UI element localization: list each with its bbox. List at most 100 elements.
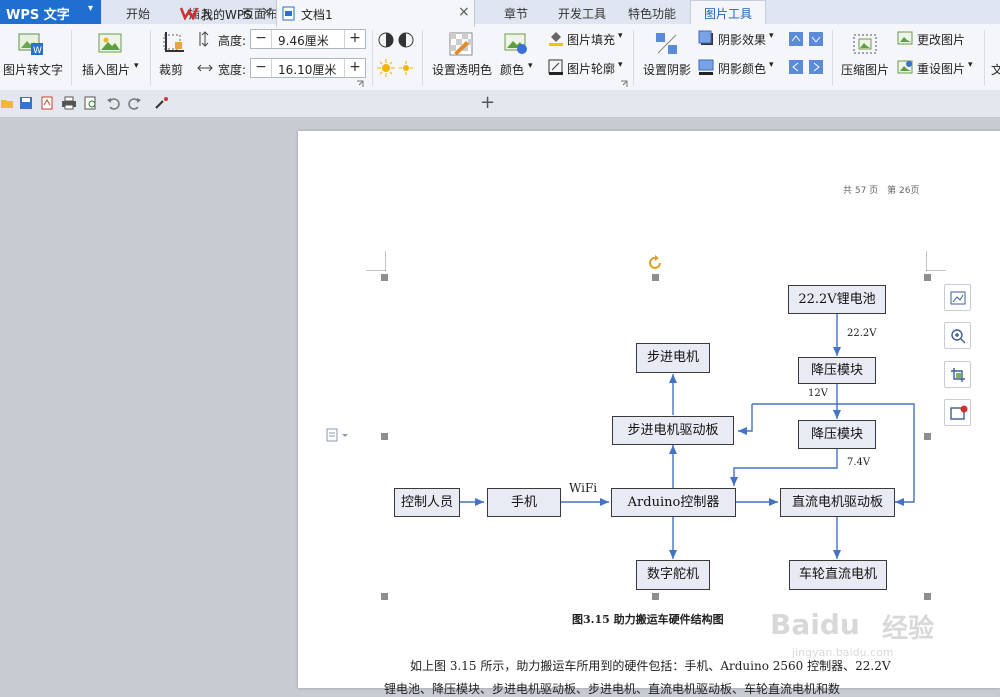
save-icon[interactable] <box>19 96 33 110</box>
contrast-decrease-icon[interactable] <box>397 31 415 49</box>
close-icon[interactable]: × <box>261 4 273 20</box>
width-value[interactable]: 16.10厘米 <box>278 61 336 78</box>
crop-side-button[interactable] <box>944 361 971 388</box>
rotate-handle-icon[interactable] <box>648 255 664 271</box>
compress-picture-button[interactable]: 压缩图片 <box>838 28 892 80</box>
tab-chapter[interactable]: 章节 <box>504 5 528 22</box>
reset-picture-button[interactable]: 重设图片 ▾ <box>896 58 978 78</box>
tab-features[interactable]: 特色功能 <box>628 5 676 22</box>
nudge-shadow-up-icon[interactable] <box>788 31 804 47</box>
height-label: 高度: <box>218 34 247 48</box>
color-label: 颜色 <box>500 63 525 77</box>
change-picture-button[interactable]: 更改图片 <box>896 29 974 49</box>
zoom-picture-button[interactable] <box>944 322 971 349</box>
compress-icon <box>853 34 877 54</box>
tab-developer[interactable]: 开发工具 <box>558 5 606 22</box>
close-icon[interactable]: × <box>458 4 470 20</box>
node-wheel-dc-motor: 车轮直流电机 <box>789 560 887 590</box>
set-shadow-button[interactable]: 设置阴影 <box>640 28 694 80</box>
node-dc-motor-driver: 直流电机驱动板 <box>780 488 895 517</box>
resize-handle-bottom[interactable] <box>652 593 659 600</box>
height-stepper[interactable]: − 9.46厘米 + <box>250 29 366 49</box>
color-button[interactable]: 颜色 ▾ <box>498 28 538 80</box>
node-phone: 手机 <box>487 488 561 517</box>
open-folder-icon[interactable] <box>0 96 14 110</box>
app-menu-button[interactable]: WPS 文字 ▾ <box>0 0 101 24</box>
shadow-effect-button[interactable]: 阴影效果 ▾ <box>697 29 779 49</box>
customize-toolbar-icon[interactable] <box>154 96 170 110</box>
contrast-icon[interactable] <box>377 31 395 49</box>
node-stepper-driver: 步进电机驱动板 <box>612 416 734 445</box>
resize-handle-top-left[interactable] <box>381 274 388 281</box>
picture-frame-icon <box>950 405 968 420</box>
picture-fill-button[interactable]: 图片填充 ▾ <box>546 29 628 49</box>
tab-document1[interactable]: 文档1 × <box>277 0 475 27</box>
change-picture-label: 更改图片 <box>917 33 966 47</box>
height-icon <box>199 31 209 47</box>
picture-outline-button[interactable]: 图片轮廓 ▾ <box>546 58 628 78</box>
margin-corner-mark <box>366 251 386 271</box>
set-shadow-label: 设置阴影 <box>643 63 692 77</box>
chevron-down-icon: ▾ <box>528 61 533 71</box>
shadow-icon <box>656 33 677 54</box>
print-preview-icon[interactable] <box>84 96 98 110</box>
node-digital-servo: 数字舵机 <box>636 560 710 590</box>
width-decrease-button[interactable]: − <box>251 59 272 77</box>
layout-options-button[interactable] <box>944 284 971 311</box>
shadow-color-label: 阴影颜色 <box>718 62 767 76</box>
chevron-down-icon: ▾ <box>88 3 94 14</box>
redo-icon[interactable] <box>128 96 142 110</box>
insert-picture-button[interactable]: 插入图片 ▾ <box>78 28 142 80</box>
tab-picture-tools[interactable]: 图片工具 <box>704 5 752 22</box>
dialog-launcher-icon[interactable] <box>356 80 364 88</box>
wps-logo-icon <box>180 7 198 20</box>
crop-button[interactable]: 裁剪 <box>155 28 191 80</box>
shadow-color-button[interactable]: 阴影颜色 ▾ <box>697 58 779 78</box>
nudge-shadow-left-icon[interactable] <box>788 59 804 75</box>
label-7v: 7.4V <box>847 457 871 468</box>
resize-handle-top-right[interactable] <box>924 274 931 281</box>
resize-handle-bottom-left[interactable] <box>381 593 388 600</box>
height-decrease-button[interactable]: − <box>251 30 272 48</box>
chevron-down-icon: ▾ <box>968 60 973 70</box>
compress-picture-label: 压缩图片 <box>841 63 890 77</box>
resize-handle-top[interactable] <box>652 274 659 281</box>
picture-to-text-button[interactable]: W 图片转文字 <box>0 28 66 80</box>
resize-handle-right[interactable] <box>924 433 931 440</box>
set-transparent-color-button[interactable]: 设置透明色 <box>428 28 494 80</box>
tab-my-wps[interactable]: 我的WPS × <box>176 0 277 27</box>
crop-icon <box>163 32 184 52</box>
change-picture-icon <box>897 31 913 45</box>
nudge-shadow-down-icon[interactable] <box>808 31 824 47</box>
page-number-info: 共 57 页 第 26页 <box>843 186 920 196</box>
transparent-color-icon <box>449 32 473 56</box>
shadow-effect-icon <box>698 30 713 45</box>
width-stepper[interactable]: − 16.10厘米 + <box>250 58 366 78</box>
nudge-shadow-right-icon[interactable] <box>808 59 824 75</box>
chevron-down-icon: ▾ <box>769 60 774 70</box>
node-buck-module-1: 降压模块 <box>798 357 876 384</box>
resize-handle-bottom-right[interactable] <box>924 593 931 600</box>
print-icon[interactable] <box>61 96 77 110</box>
label-12v: 12V <box>808 388 828 399</box>
brightness-decrease-icon[interactable] <box>397 59 415 77</box>
label-22v: 22.2V <box>847 328 877 339</box>
resize-handle-left[interactable] <box>381 433 388 440</box>
brightness-increase-icon[interactable] <box>377 59 395 77</box>
new-tab-button[interactable]: + <box>480 92 495 113</box>
ribbon-tab-bar: WPS 文字 ▾ 开始 插入 页面布局 引用 审阅 视图 章节 开发工具 特色功… <box>0 0 1000 25</box>
app-title: WPS 文字 <box>6 8 70 23</box>
crop-label: 裁剪 <box>159 63 184 77</box>
dialog-launcher-icon[interactable] <box>620 80 628 88</box>
export-pdf-icon[interactable] <box>40 96 54 110</box>
tab-home[interactable]: 开始 <box>126 5 150 22</box>
width-increase-button[interactable]: + <box>344 59 365 77</box>
text-wrap-label[interactable]: 文 <box>991 61 1000 78</box>
picture-more-button[interactable] <box>944 399 971 426</box>
picture-outline-label: 图片轮廓 <box>567 62 616 76</box>
height-increase-button[interactable]: + <box>344 30 365 48</box>
height-value[interactable]: 9.46厘米 <box>278 32 329 49</box>
undo-icon[interactable] <box>106 96 120 110</box>
watermark-url: jingyan.baidu.com <box>792 646 894 659</box>
paragraph-layout-icon[interactable] <box>326 428 350 442</box>
